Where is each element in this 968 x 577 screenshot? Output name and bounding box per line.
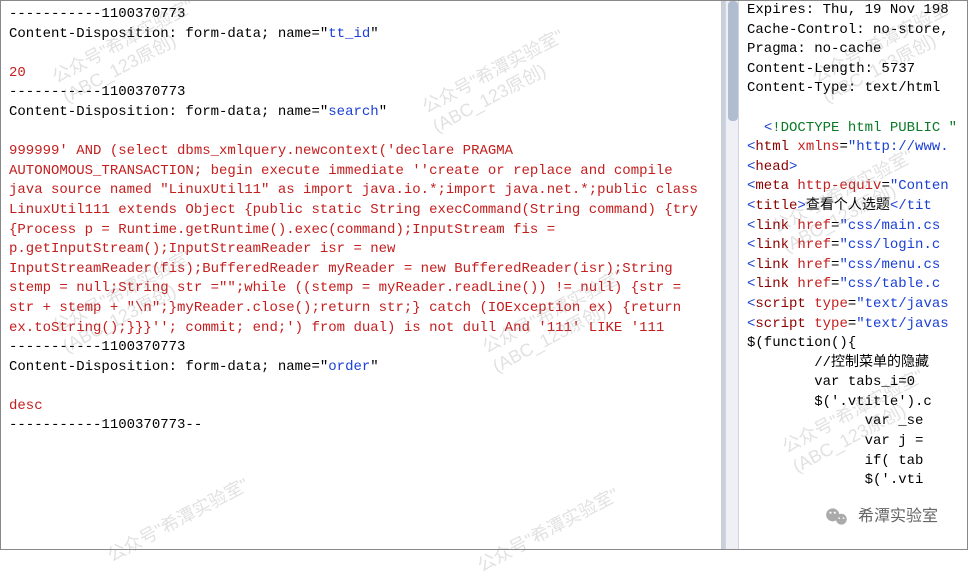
wechat-label: 希潭实验室 xyxy=(858,506,938,528)
scrollbar-thumb[interactable] xyxy=(728,1,738,121)
wechat-badge: 希潭实验室 xyxy=(824,504,938,530)
response-pane: Expires: Thu, 19 Nov 198 Cache-Control: … xyxy=(722,1,967,549)
request-pane: -----------1100370773 Content-Dispositio… xyxy=(1,1,722,549)
wechat-icon xyxy=(824,504,850,530)
request-content[interactable]: -----------1100370773 Content-Dispositio… xyxy=(9,5,713,436)
scrollbar-track[interactable] xyxy=(725,1,739,549)
response-content[interactable]: Expires: Thu, 19 Nov 198 Cache-Control: … xyxy=(747,1,963,491)
